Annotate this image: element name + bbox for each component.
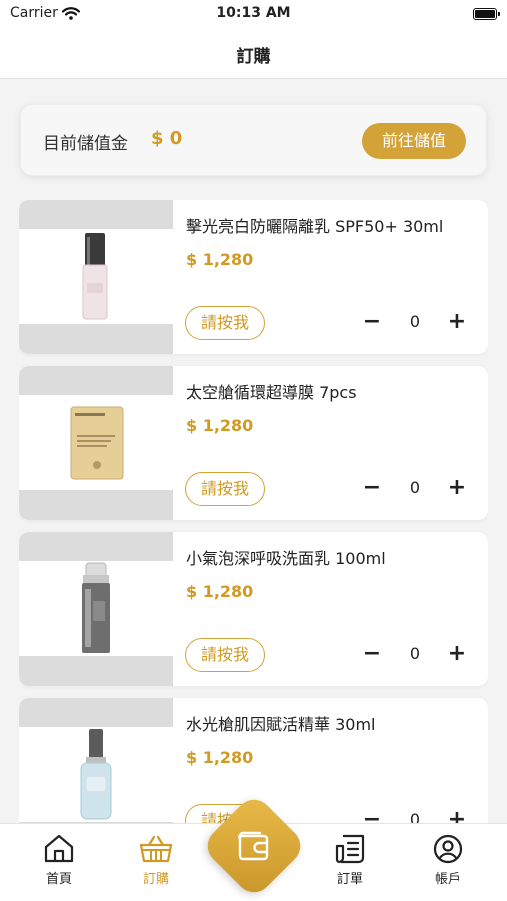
tab-label: 訂單	[336, 872, 363, 887]
account-icon	[433, 834, 463, 864]
product-price: $ 1,280	[186, 748, 254, 767]
ask-button[interactable]: 請按我	[185, 638, 265, 672]
pink-bottle-icon	[82, 233, 108, 320]
product-image	[19, 698, 173, 825]
tab-label: 訂購	[142, 872, 169, 887]
product-name: 擊光亮白防曬隔離乳 SPF50+ 30ml	[186, 217, 444, 236]
quantity-value: 0	[409, 312, 421, 331]
tab-label: 首頁	[45, 872, 72, 887]
balance-amount: $ 0	[151, 128, 183, 149]
quantity-plus-button[interactable]: +	[447, 640, 467, 668]
ask-button[interactable]: 請按我	[185, 306, 265, 340]
tab-orders[interactable]: 訂單	[315, 834, 385, 894]
product-card: 小氣泡深呼吸洗面乳 100ml $ 1,280 請按我 − 0 +	[19, 532, 488, 686]
wallet-icon	[238, 831, 269, 861]
nav-bar: 訂購	[0, 28, 507, 79]
product-card: 太空艙循環超導膜 7pcs $ 1,280 請按我 − 0 +	[19, 366, 488, 520]
product-image	[19, 366, 173, 520]
product-image	[19, 200, 173, 354]
blue-serum-bottle-icon	[80, 729, 112, 820]
page-title: 訂購	[236, 47, 271, 67]
silver-pump-bottle-icon	[82, 562, 110, 653]
status-bar: Carrier 10:13 AM	[0, 0, 507, 28]
orders-icon	[335, 834, 365, 864]
product-price: $ 1,280	[186, 416, 254, 435]
quantity-value: 0	[409, 478, 421, 497]
balance-label: 目前儲值金	[43, 134, 128, 154]
quantity-minus-button[interactable]: −	[362, 640, 382, 668]
tab-home[interactable]: 首頁	[24, 834, 94, 894]
product-price: $ 1,280	[186, 582, 254, 601]
battery-icon	[473, 8, 500, 20]
product-list[interactable]: 擊光亮白防曬隔離乳 SPF50+ 30ml $ 1,280 請按我 − 0 + …	[19, 200, 488, 825]
quantity-minus-button[interactable]: −	[362, 308, 382, 336]
ask-button[interactable]: 請按我	[185, 472, 265, 506]
tab-account[interactable]: 帳戶	[413, 834, 483, 894]
product-name: 太空艙循環超導膜 7pcs	[186, 383, 357, 402]
quantity-minus-button[interactable]: −	[362, 474, 382, 502]
product-name: 水光槍肌因賦活精華 30ml	[186, 715, 376, 734]
tab-label: 帳戶	[434, 872, 461, 887]
home-icon	[44, 834, 74, 863]
quantity-plus-button[interactable]: +	[447, 308, 467, 336]
mask-sachet-icon	[70, 406, 124, 480]
balance-card: 目前儲值金 $ 0 前往儲值	[20, 104, 487, 176]
tab-order[interactable]: 訂購	[121, 834, 191, 894]
product-name: 小氣泡深呼吸洗面乳 100ml	[186, 549, 386, 568]
product-card: 擊光亮白防曬隔離乳 SPF50+ 30ml $ 1,280 請按我 − 0 +	[19, 200, 488, 354]
status-time: 10:13 AM	[216, 5, 291, 21]
topup-button[interactable]: 前往儲值	[362, 123, 466, 159]
product-price: $ 1,280	[186, 250, 254, 269]
quantity-value: 0	[409, 644, 421, 663]
product-image	[19, 532, 173, 686]
quantity-plus-button[interactable]: +	[447, 474, 467, 502]
basket-icon	[139, 835, 173, 863]
